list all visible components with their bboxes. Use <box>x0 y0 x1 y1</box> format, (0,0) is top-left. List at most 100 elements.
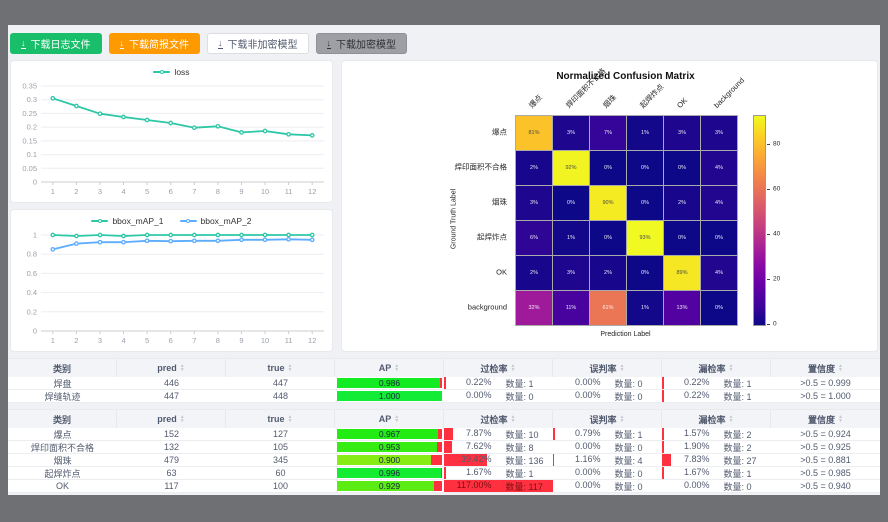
column-header-miss-rate[interactable]: 漏检率▲▼ <box>662 359 771 377</box>
table-row: 爆点1521270.9677.87%数量: 100.79%数量: 11.57%数… <box>8 428 880 441</box>
sort-carets-icon[interactable]: ▲▼ <box>180 364 185 372</box>
sort-carets-icon[interactable]: ▲▼ <box>180 415 185 423</box>
svg-text:1: 1 <box>51 336 55 345</box>
sort-carets-icon[interactable]: ▲▼ <box>729 415 734 423</box>
rate-values: 1.67%数量: 1 <box>662 467 771 479</box>
matrix-cell: 93% <box>627 221 663 255</box>
column-header-label: 置信度 <box>808 413 835 426</box>
misjudge-rate-cell: 1.16%数量: 4 <box>553 454 662 466</box>
column-header-true[interactable]: true▲▼ <box>226 410 335 428</box>
sort-carets-icon[interactable]: ▲▼ <box>511 415 516 423</box>
svg-text:0.1: 0.1 <box>27 150 37 159</box>
confidence-cell: >0.5 = 0.999 <box>771 377 880 389</box>
sort-carets-icon[interactable]: ▲▼ <box>620 415 625 423</box>
ap-value: 0.953 <box>337 442 442 452</box>
ap-bar: 0.986 <box>337 378 442 388</box>
svg-text:12: 12 <box>308 187 316 196</box>
matrix-cell: 0% <box>590 151 626 185</box>
svg-text:4: 4 <box>121 336 125 345</box>
rate-values: 1.16%数量: 4 <box>553 454 662 466</box>
sort-carets-icon[interactable]: ▲▼ <box>511 364 516 372</box>
sort-carets-icon[interactable]: ▲▼ <box>394 415 399 423</box>
column-header-label: 误判率 <box>590 362 617 375</box>
column-header-confidence[interactable]: 置信度▲▼ <box>771 359 880 377</box>
column-header-over-rate[interactable]: 过检率▲▼ <box>444 359 553 377</box>
rate-count: 数量: 117 <box>499 480 554 492</box>
column-header-misjudge-rate[interactable]: 误判率▲▼ <box>553 359 662 377</box>
rate-values: 0.00%数量: 0 <box>553 377 662 389</box>
confidence-cell: >0.5 = 0.925 <box>771 441 880 453</box>
rate-percent: 1.16% <box>553 454 608 466</box>
matrix-column-label: OK <box>676 96 689 109</box>
rate-percent: 0.00% <box>553 390 608 402</box>
svg-text:8: 8 <box>216 336 220 345</box>
svg-text:7: 7 <box>192 187 196 196</box>
class-name-cell: OK <box>8 480 117 492</box>
svg-text:0.2: 0.2 <box>27 123 37 132</box>
legend-item-bbox-map-1[interactable]: bbox_mAP_1 <box>91 216 163 226</box>
rate-percent: 0.79% <box>553 428 608 440</box>
pred-count-cell: 117 <box>117 480 226 492</box>
class-name-cell: 烟珠 <box>8 454 117 466</box>
confidence-cell: >0.5 = 0.924 <box>771 428 880 440</box>
table-row: 烟珠4793450.90039.42%数量: 1361.16%数量: 47.83… <box>8 454 880 467</box>
rate-percent: 7.62% <box>444 441 499 453</box>
rate-values: 0.00%数量: 0 <box>553 467 662 479</box>
column-header-ap[interactable]: AP▲▼ <box>335 359 444 377</box>
rate-values: 7.83%数量: 27 <box>662 454 771 466</box>
download-report-button[interactable]: ↓ 下载简报文件 <box>109 33 201 54</box>
sort-carets-icon[interactable]: ▲▼ <box>729 364 734 372</box>
column-header-miss-rate[interactable]: 漏检率▲▼ <box>662 410 771 428</box>
column-header-ap[interactable]: AP▲▼ <box>335 410 444 428</box>
legend-item-loss[interactable]: loss <box>153 67 189 77</box>
column-header-pred[interactable]: pred▲▼ <box>117 410 226 428</box>
over-rate-cell: 117.00%数量: 117 <box>444 480 553 492</box>
over-rate-cell: 0.22%数量: 1 <box>444 377 553 389</box>
toolbar: ↓ 下载日志文件 ↓ 下载简报文件 ↓ 下载非加密模型 ↓ 下载加密模型 <box>8 25 880 60</box>
download-log-button[interactable]: ↓ 下载日志文件 <box>10 33 102 54</box>
column-header-true[interactable]: true▲▼ <box>226 359 335 377</box>
matrix-cell: 1% <box>627 291 663 325</box>
dashboard-panel: ↓ 下载日志文件 ↓ 下载简报文件 ↓ 下载非加密模型 ↓ 下载加密模型 <box>8 25 880 495</box>
weld-summary-table: 类别pred▲▼true▲▼AP▲▼过检率▲▼误判率▲▼漏检率▲▼置信度▲▼焊盘… <box>8 358 880 403</box>
matrix-cell: 7% <box>590 116 626 150</box>
misjudge-rate-cell: 0.00%数量: 0 <box>553 467 662 479</box>
ap-value: 0.900 <box>337 455 442 465</box>
over-rate-cell: 7.62%数量: 8 <box>444 441 553 453</box>
download-unencrypted-model-button[interactable]: ↓ 下载非加密模型 <box>207 33 309 54</box>
download-encrypted-model-button[interactable]: ↓ 下载加密模型 <box>316 33 408 54</box>
rate-count: 数量: 1 <box>499 377 554 389</box>
rate-count: 数量: 0 <box>608 480 663 492</box>
column-header-pred[interactable]: pred▲▼ <box>117 359 226 377</box>
true-count-cell: 100 <box>226 480 335 492</box>
sort-carets-icon[interactable]: ▲▼ <box>620 364 625 372</box>
sort-carets-icon[interactable]: ▲▼ <box>838 415 843 423</box>
misjudge-rate-cell: 0.79%数量: 1 <box>553 428 662 440</box>
loss-chart-card: loss 00.050.10.150.20.250.30.35123456789… <box>10 60 333 203</box>
class-name-cell: 焊印面积不合格 <box>8 441 117 453</box>
matrix-cell: 90% <box>590 186 626 220</box>
matrix-row-label: background <box>468 303 507 312</box>
column-header-label: 漏检率 <box>699 362 726 375</box>
miss-rate-cell: 0.00%数量: 0 <box>662 480 771 492</box>
rate-count: 数量: 1 <box>499 467 554 479</box>
true-count-cell: 60 <box>226 467 335 479</box>
column-header-over-rate[interactable]: 过检率▲▼ <box>444 410 553 428</box>
sort-carets-icon[interactable]: ▲▼ <box>394 364 399 372</box>
matrix-cell: 2% <box>590 256 626 290</box>
rate-count: 数量: 0 <box>499 390 554 402</box>
legend-item-bbox-map-2[interactable]: bbox_mAP_2 <box>180 216 252 226</box>
matrix-cell: 89% <box>664 256 700 290</box>
column-header-confidence[interactable]: 置信度▲▼ <box>771 410 880 428</box>
sort-carets-icon[interactable]: ▲▼ <box>288 364 293 372</box>
sort-carets-icon[interactable]: ▲▼ <box>288 415 293 423</box>
legend-label: bbox_mAP_1 <box>112 216 163 226</box>
column-header-label: 漏检率 <box>699 413 726 426</box>
class-name-cell: 焊盘 <box>8 377 117 389</box>
matrix-cell: 4% <box>701 151 737 185</box>
sort-carets-icon[interactable]: ▲▼ <box>838 364 843 372</box>
column-header-misjudge-rate[interactable]: 误判率▲▼ <box>553 410 662 428</box>
table-row: 焊盘4464470.9860.22%数量: 10.00%数量: 00.22%数量… <box>8 377 880 390</box>
svg-text:2: 2 <box>74 187 78 196</box>
rate-values: 1.90%数量: 2 <box>662 441 771 453</box>
